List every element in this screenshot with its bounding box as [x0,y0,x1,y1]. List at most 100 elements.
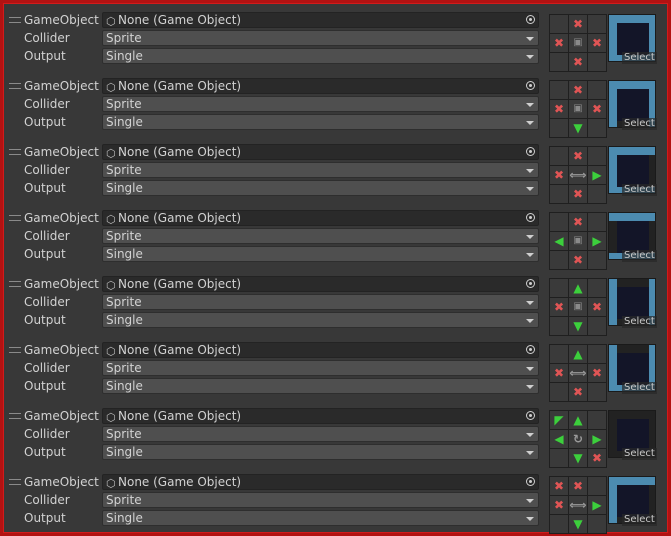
select-sprite-button[interactable]: Select [622,448,657,460]
neighbor-cell-empty[interactable] [550,449,568,467]
object-picker-icon[interactable] [526,279,535,288]
select-sprite-button[interactable]: Select [622,52,657,64]
output-dropdown[interactable]: Single [102,312,539,328]
neighbor-cell-x-icon[interactable]: ✖ [569,383,587,401]
neighbor-cell-x-icon[interactable]: ✖ [569,15,587,33]
neighbor-cell-arrow-up-left-icon[interactable]: ◤ [550,411,568,429]
neighbor-cell-center-h-icon[interactable]: ⟺ [569,496,587,514]
neighbor-cell-empty[interactable] [588,345,606,363]
neighbor-cell-empty[interactable] [588,515,606,533]
drag-handle-icon[interactable] [9,413,21,419]
neighbor-cell-arrow-down-icon[interactable]: ▼ [569,449,587,467]
collider-dropdown[interactable]: Sprite [102,492,539,508]
drag-handle-icon[interactable] [9,17,21,23]
neighbor-cell-x-icon[interactable]: ✖ [550,34,568,52]
neighbor-cell-x-icon[interactable]: ✖ [588,298,606,316]
neighbor-cell-arrow-up-icon[interactable]: ▲ [569,279,587,297]
neighbor-cell-center-icon[interactable]: ▣ [569,232,587,250]
collider-dropdown[interactable]: Sprite [102,96,539,112]
neighbor-cell-empty[interactable] [588,81,606,99]
select-sprite-button[interactable]: Select [622,514,657,526]
output-dropdown[interactable]: Single [102,48,539,64]
neighbor-cell-arrow-down-icon[interactable]: ▼ [569,317,587,335]
neighbor-cell-center-h-icon[interactable]: ⟺ [569,364,587,382]
game-object-field[interactable]: ⬡ None (Game Object) [102,78,539,94]
neighbor-cell-empty[interactable] [550,515,568,533]
neighbor-cell-x-icon[interactable]: ✖ [550,166,568,184]
neighbor-cell-empty[interactable] [588,185,606,203]
neighbor-cell-arrow-left-icon[interactable]: ◀ [550,232,568,250]
neighbor-cell-center-h-icon[interactable]: ⟺ [569,166,587,184]
drag-handle-icon[interactable] [9,149,21,155]
neighbor-cell-arrow-right-icon[interactable]: ▶ [588,430,606,448]
game-object-field[interactable]: ⬡ None (Game Object) [102,210,539,226]
neighbor-cell-empty[interactable] [588,251,606,269]
neighbor-cell-x-icon[interactable]: ✖ [588,100,606,118]
neighbor-cell-x-icon[interactable]: ✖ [569,213,587,231]
game-object-field[interactable]: ⬡ None (Game Object) [102,144,539,160]
neighbor-cell-center-icon[interactable]: ▣ [569,298,587,316]
neighbor-cell-empty[interactable] [550,345,568,363]
neighbor-cell-arrow-right-icon[interactable]: ▶ [588,496,606,514]
output-dropdown[interactable]: Single [102,246,539,262]
collider-dropdown[interactable]: Sprite [102,228,539,244]
game-object-field[interactable]: ⬡ None (Game Object) [102,342,539,358]
drag-handle-icon[interactable] [9,479,21,485]
object-picker-icon[interactable] [526,345,535,354]
drag-handle-icon[interactable] [9,215,21,221]
collider-dropdown[interactable]: Sprite [102,162,539,178]
object-picker-icon[interactable] [526,81,535,90]
neighbor-cell-empty[interactable] [588,53,606,71]
neighbor-cell-center-icon[interactable]: ▣ [569,100,587,118]
neighbor-cell-empty[interactable] [550,53,568,71]
neighbor-cell-arrow-right-icon[interactable]: ▶ [588,166,606,184]
neighbor-cell-x-icon[interactable]: ✖ [588,364,606,382]
neighbor-cell-empty[interactable] [550,317,568,335]
output-dropdown[interactable]: Single [102,114,539,130]
object-picker-icon[interactable] [526,147,535,156]
object-picker-icon[interactable] [526,213,535,222]
output-dropdown[interactable]: Single [102,444,539,460]
select-sprite-button[interactable]: Select [622,316,657,328]
collider-dropdown[interactable]: Sprite [102,30,539,46]
select-sprite-button[interactable]: Select [622,118,657,130]
neighbor-cell-arrow-down-icon[interactable]: ▼ [569,515,587,533]
neighbor-cell-empty[interactable] [588,317,606,335]
select-sprite-button[interactable]: Select [622,184,657,196]
neighbor-cell-rotate-icon[interactable]: ↻ [569,430,587,448]
drag-handle-icon[interactable] [9,347,21,353]
neighbor-cell-arrow-right-icon[interactable]: ▶ [588,232,606,250]
neighbor-cell-empty[interactable] [588,119,606,137]
neighbor-cell-empty[interactable] [550,213,568,231]
neighbor-cell-arrow-up-icon[interactable]: ▲ [569,345,587,363]
game-object-field[interactable]: ⬡ None (Game Object) [102,276,539,292]
neighbor-cell-empty[interactable] [550,81,568,99]
neighbor-cell-empty[interactable] [588,279,606,297]
collider-dropdown[interactable]: Sprite [102,360,539,376]
neighbor-cell-empty[interactable] [588,477,606,495]
output-dropdown[interactable]: Single [102,378,539,394]
neighbor-cell-empty[interactable] [550,15,568,33]
neighbor-cell-arrow-up-icon[interactable]: ▲ [569,411,587,429]
object-picker-icon[interactable] [526,477,535,486]
neighbor-cell-center-icon[interactable]: ▣ [569,34,587,52]
neighbor-cell-x-icon[interactable]: ✖ [569,147,587,165]
neighbor-cell-x-icon[interactable]: ✖ [550,298,568,316]
game-object-field[interactable]: ⬡ None (Game Object) [102,474,539,490]
neighbor-cell-x-icon[interactable]: ✖ [588,34,606,52]
neighbor-cell-empty[interactable] [588,411,606,429]
output-dropdown[interactable]: Single [102,180,539,196]
collider-dropdown[interactable]: Sprite [102,426,539,442]
neighbor-cell-empty[interactable] [588,147,606,165]
object-picker-icon[interactable] [526,15,535,24]
collider-dropdown[interactable]: Sprite [102,294,539,310]
output-dropdown[interactable]: Single [102,510,539,526]
neighbor-cell-x-icon[interactable]: ✖ [550,100,568,118]
game-object-field[interactable]: ⬡ None (Game Object) [102,12,539,28]
neighbor-cell-empty[interactable] [588,213,606,231]
neighbor-cell-x-icon[interactable]: ✖ [588,449,606,467]
neighbor-cell-empty[interactable] [550,185,568,203]
game-object-field[interactable]: ⬡ None (Game Object) [102,408,539,424]
neighbor-cell-x-icon[interactable]: ✖ [550,496,568,514]
neighbor-cell-empty[interactable] [550,147,568,165]
